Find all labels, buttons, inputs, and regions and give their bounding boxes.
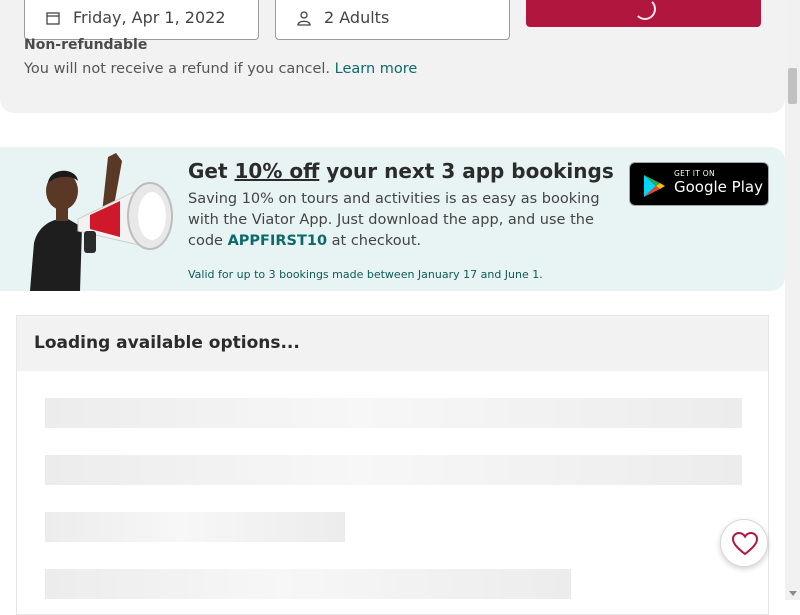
skeleton-line — [45, 455, 742, 485]
policy-text: You will not receive a refund if you can… — [24, 61, 417, 77]
learn-more-link[interactable]: Learn more — [335, 61, 418, 77]
promo-title-prefix: Get — [188, 159, 228, 183]
badge-small-text: GET IT ON — [674, 169, 715, 178]
date-value: Friday, Apr 1, 2022 — [73, 8, 226, 27]
google-play-badge[interactable]: GET IT ON Google Play — [629, 162, 769, 206]
loading-spinner-icon — [634, 0, 656, 20]
options-title: Loading available options... — [34, 333, 300, 353]
google-play-icon — [644, 175, 665, 197]
heart-icon — [732, 532, 758, 556]
promo-body: Saving 10% on tours and activities is as… — [188, 189, 618, 252]
guests-picker[interactable]: 2 Adults — [275, 0, 510, 40]
promo-title-highlight: 10% off — [234, 159, 320, 183]
person-icon — [297, 11, 311, 26]
policy-description: You will not receive a refund if you can… — [24, 61, 331, 77]
promo-body-suffix: at checkout. — [331, 233, 422, 249]
skeleton-line — [45, 512, 345, 542]
guests-value: 2 Adults — [324, 8, 390, 27]
skeleton-line — [45, 569, 571, 599]
promo-code: APPFIRST10 — [227, 233, 328, 249]
page-scrollbar[interactable] — [785, 0, 800, 600]
promo-note: Valid for up to 3 bookings made between … — [188, 268, 543, 281]
badge-big-text: Google Play — [674, 178, 763, 196]
options-panel: Loading available options... — [16, 315, 769, 615]
promo-title: Get 10% off your next 3 app bookings — [188, 159, 614, 183]
options-header: Loading available options... — [17, 316, 768, 371]
promo-title-suffix: your next 3 app bookings — [326, 159, 614, 183]
calendar-icon — [46, 12, 60, 25]
megaphone-person-illustration — [30, 153, 173, 291]
policy-title: Non-refundable — [24, 37, 148, 53]
date-picker[interactable]: Friday, Apr 1, 2022 — [24, 0, 259, 40]
check-availability-button[interactable] — [526, 0, 761, 27]
scroll-down-arrow-icon[interactable] — [789, 591, 797, 596]
skeleton-line — [45, 398, 742, 428]
app-promo-banner: Get 10% off your next 3 app bookings Sav… — [0, 147, 785, 291]
scrollbar-thumb[interactable] — [788, 68, 797, 104]
favorite-button[interactable] — [720, 519, 768, 567]
